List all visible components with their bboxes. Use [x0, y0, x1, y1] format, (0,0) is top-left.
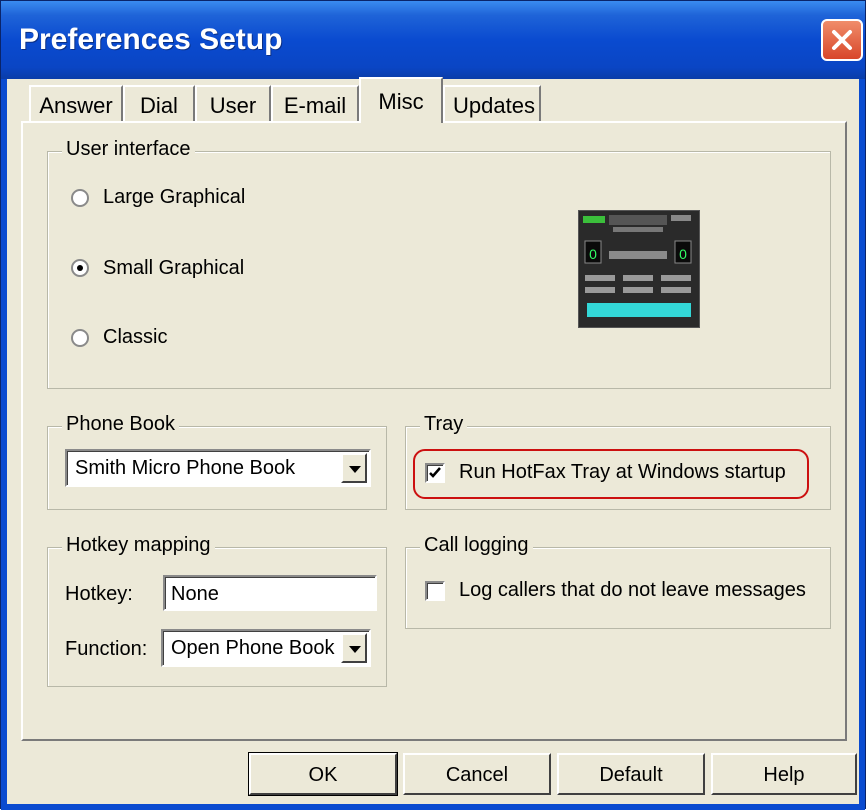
radio-large-graphical[interactable] — [71, 189, 89, 207]
group-label: Phone Book — [62, 413, 179, 436]
close-button[interactable] — [821, 19, 863, 61]
radio-label-classic[interactable]: Classic — [103, 326, 167, 349]
function-label: Function: — [65, 638, 148, 660]
preferences-dialog: Preferences Setup Answer Dial User E-mai… — [0, 0, 866, 810]
function-select[interactable]: Open Phone Book — [161, 629, 371, 667]
tab-updates[interactable]: Updates — [443, 85, 541, 121]
close-icon — [832, 30, 852, 50]
svg-text:0: 0 — [589, 246, 597, 262]
radio-label-small-graphical[interactable]: Small Graphical — [103, 257, 244, 280]
tab-user[interactable]: User — [195, 85, 271, 121]
tab-email[interactable]: E-mail — [271, 85, 359, 121]
cancel-button[interactable]: Cancel — [403, 753, 551, 795]
ok-button[interactable]: OK — [248, 752, 398, 796]
svg-text:0: 0 — [679, 246, 687, 262]
log-callers-checkbox[interactable] — [425, 581, 445, 601]
log-callers-label[interactable]: Log callers that do not leave messages — [459, 579, 806, 602]
hotkey-label: Hotkey: — [65, 583, 133, 605]
tab-answer[interactable]: Answer — [29, 85, 123, 121]
phone-book-select[interactable]: Smith Micro Phone Book — [65, 449, 371, 487]
hotkey-input[interactable]: None — [163, 575, 377, 611]
help-button[interactable]: Help — [711, 753, 857, 795]
radio-label-large-graphical[interactable]: Large Graphical — [103, 186, 245, 209]
tab-misc[interactable]: Misc — [359, 77, 443, 123]
phone-book-value: Smith Micro Phone Book — [75, 457, 296, 479]
group-label: Hotkey mapping — [62, 534, 215, 557]
chevron-down-icon[interactable] — [341, 633, 367, 663]
ui-preview-image: 0 0 — [578, 210, 700, 328]
window-title: Preferences Setup — [19, 23, 283, 56]
chevron-down-icon[interactable] — [341, 453, 367, 483]
title-bar[interactable]: Preferences Setup — [1, 1, 865, 79]
radio-classic[interactable] — [71, 329, 89, 347]
tab-dial[interactable]: Dial — [123, 85, 195, 121]
function-value: Open Phone Book — [171, 637, 335, 659]
group-label: Call logging — [420, 534, 533, 557]
highlight-annotation — [413, 449, 809, 499]
group-label: User interface — [62, 138, 195, 161]
group-label: Tray — [420, 413, 468, 436]
default-button[interactable]: Default — [557, 753, 705, 795]
radio-small-graphical[interactable] — [71, 259, 89, 277]
